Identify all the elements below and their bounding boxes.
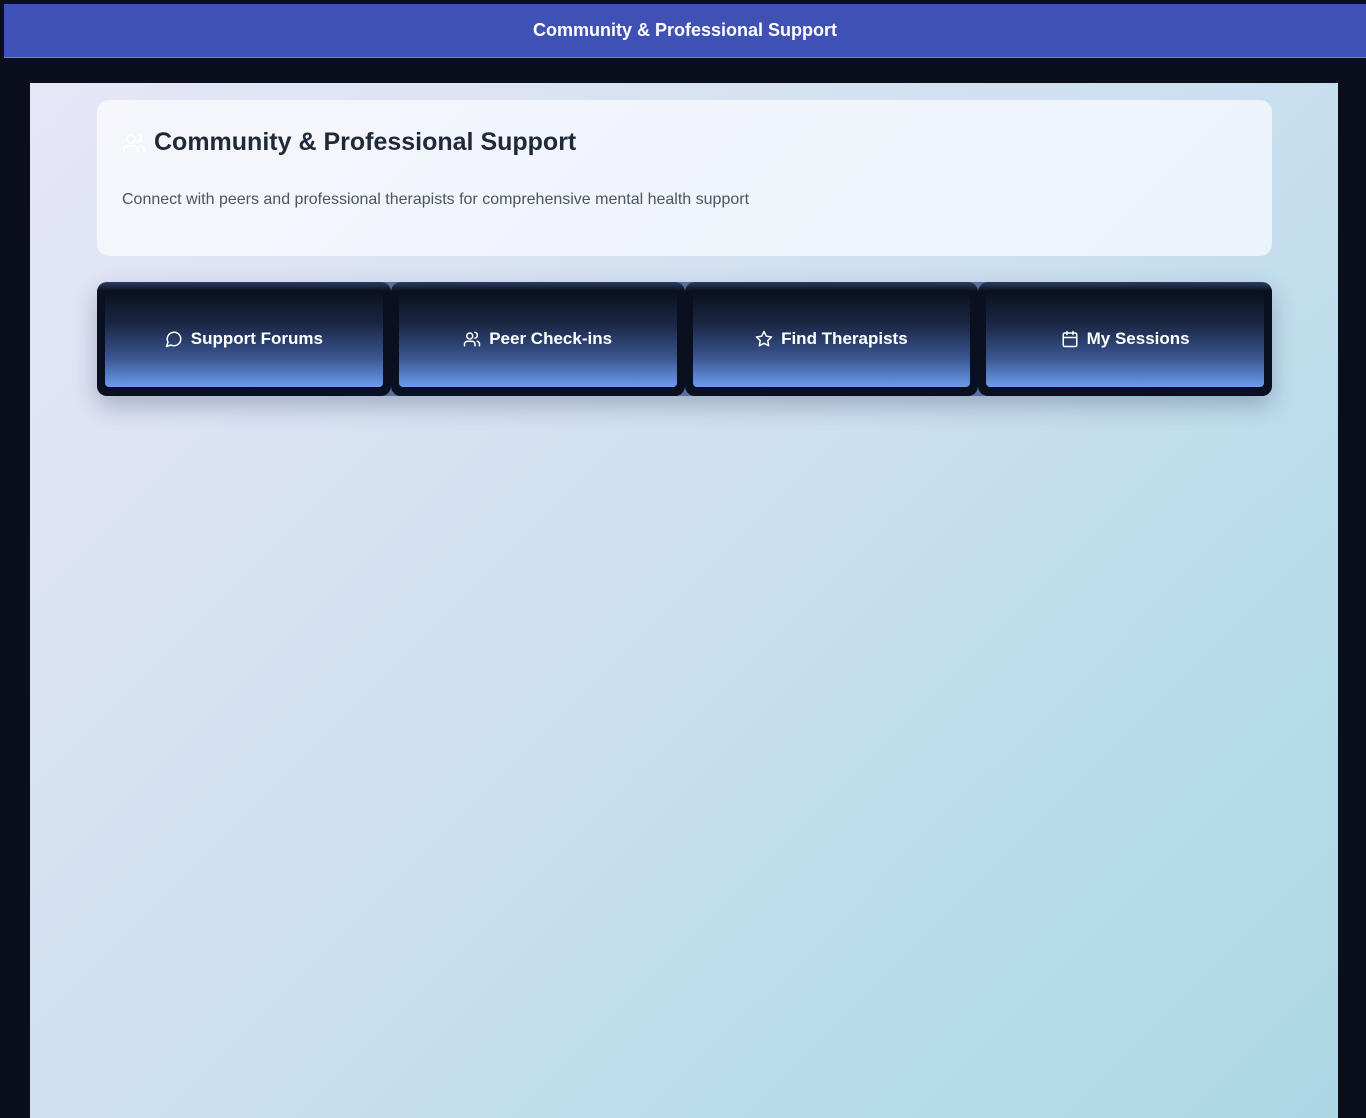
tab-label: My Sessions — [1086, 328, 1190, 348]
tab-peer-check-ins[interactable]: Peer Check-ins — [390, 282, 685, 396]
calendar-icon — [1061, 330, 1079, 348]
page-title: Community & Professional Support — [154, 128, 577, 156]
tab-support-forums-button[interactable]: Support Forums — [105, 290, 383, 387]
tab-peer-check-ins-button[interactable]: Peer Check-ins — [398, 290, 677, 387]
tab-support-forums[interactable]: Support Forums — [97, 282, 391, 396]
header-title-row: Community & Professional Support — [122, 128, 1247, 157]
tab-find-therapists[interactable]: Find Therapists — [684, 282, 979, 396]
star-icon — [755, 330, 773, 348]
tab-label: Peer Check-ins — [489, 328, 613, 348]
tab-my-sessions[interactable]: My Sessions — [978, 282, 1272, 396]
app-window: Community & Professional Support Communi… — [0, 0, 1366, 1118]
tab-label: Support Forums — [190, 328, 323, 348]
page-subtitle: Connect with peers and professional ther… — [122, 191, 750, 208]
users-icon — [122, 131, 146, 155]
tab-find-therapists-button[interactable]: Find Therapists — [692, 290, 971, 387]
tab-my-sessions-button[interactable]: My Sessions — [986, 290, 1264, 387]
window-title: Community & Professional Support — [532, 20, 838, 40]
window-titlebar: Community & Professional Support — [4, 4, 1366, 58]
users-icon — [463, 330, 481, 348]
header-card: Community & Professional Support Connect… — [97, 100, 1272, 256]
message-circle-icon — [165, 330, 183, 348]
tab-label: Find Therapists — [781, 328, 908, 348]
tab-bar: Support Forums Peer Check-ins Find Thera… — [97, 282, 1272, 396]
main-content: Community & Professional Support Connect… — [30, 83, 1338, 1118]
